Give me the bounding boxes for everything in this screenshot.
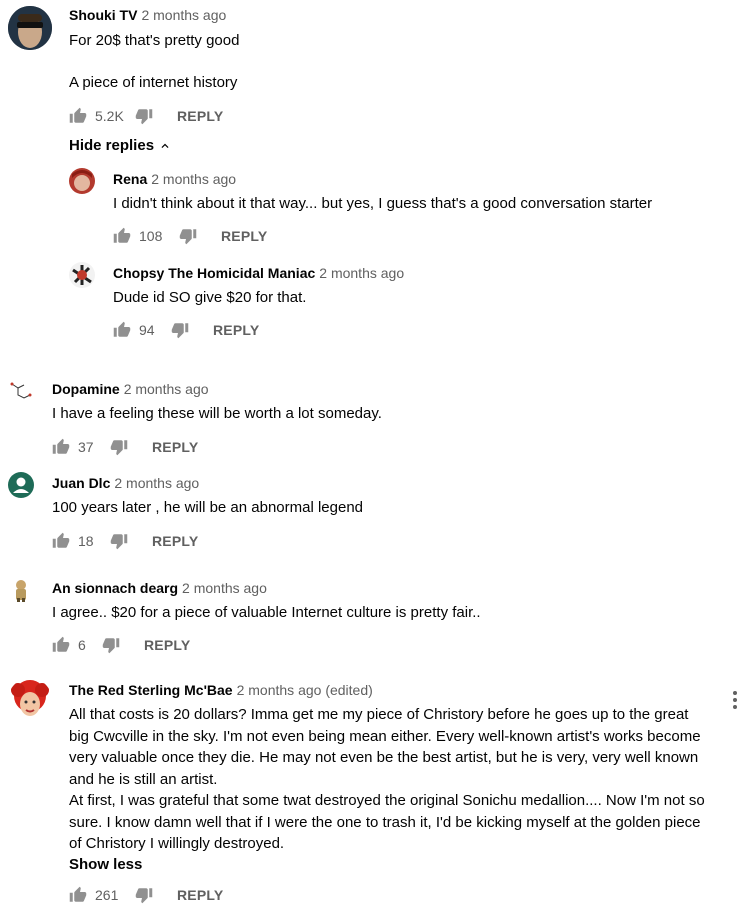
like-icon[interactable] [113, 227, 131, 245]
dislike-icon[interactable] [135, 886, 153, 904]
reply-button[interactable]: REPLY [152, 439, 198, 455]
like-icon[interactable] [69, 886, 87, 904]
comment-time[interactable]: 2 months ago (edited) [237, 682, 373, 698]
avatar[interactable] [69, 262, 95, 288]
comment-time[interactable]: 2 months ago [124, 381, 209, 397]
reply-button[interactable]: REPLY [221, 228, 267, 244]
avatar-image-icon [10, 382, 32, 399]
default-avatar-icon [13, 477, 29, 493]
comment-text: I have a feeling these will be worth a l… [52, 405, 382, 422]
comment-header: Juan Dlc 2 months ago [52, 474, 199, 492]
like-count: 37 [78, 439, 94, 455]
avatar[interactable] [69, 168, 95, 194]
comment-actions: 94 REPLY [113, 318, 259, 342]
comment-time[interactable]: 2 months ago [151, 171, 236, 187]
reply-button[interactable]: REPLY [152, 533, 198, 549]
comment-text: I didn't think about it that way... but … [113, 195, 653, 212]
reply-button[interactable]: REPLY [213, 322, 259, 338]
like-icon[interactable] [69, 107, 87, 125]
like-icon[interactable] [52, 532, 70, 550]
comment-header: Shouki TV 2 months ago [69, 6, 226, 24]
comment-actions: 6 REPLY [52, 633, 190, 657]
comment-text: Dude id SO give $20 for that. [113, 289, 307, 306]
comment-actions: 108 REPLY [113, 224, 267, 248]
avatar[interactable] [8, 6, 52, 50]
chevron-up-icon [161, 143, 169, 148]
comment-time[interactable]: 2 months ago [319, 265, 404, 281]
comment-actions: 5.2K REPLY [69, 104, 223, 128]
avatar[interactable] [8, 577, 34, 603]
like-count: 18 [78, 533, 94, 549]
avatar-image-icon [69, 168, 95, 194]
dislike-icon[interactable] [171, 321, 189, 339]
avatar[interactable] [8, 378, 34, 404]
avatar-image-icon [11, 680, 49, 716]
avatar-image-icon [8, 6, 52, 50]
reply-button[interactable]: REPLY [177, 108, 223, 124]
avatar[interactable] [8, 472, 34, 498]
more-options-icon[interactable] [732, 690, 738, 710]
show-less-button[interactable]: Show less [69, 856, 142, 873]
comment-header: Dopamine 2 months ago [52, 380, 209, 398]
comment-text: 100 years later , he will be an abnormal… [52, 499, 364, 516]
avatar[interactable] [8, 678, 52, 722]
avatar-image-icon [16, 580, 26, 602]
dislike-icon[interactable] [102, 636, 120, 654]
comment-text: All that costs is 20 dollars? Imma get m… [69, 706, 705, 852]
author-name[interactable]: Juan Dlc [52, 475, 110, 491]
like-icon[interactable] [52, 636, 70, 654]
like-count: 94 [139, 322, 155, 338]
comment-actions: 261 REPLY [69, 883, 223, 907]
comment-text: For 20$ that's pretty good A piece of in… [69, 32, 240, 91]
like-count: 261 [95, 887, 119, 903]
hide-replies-label: Hide replies [69, 137, 155, 154]
comment-actions: 37 REPLY [52, 435, 198, 459]
dislike-icon[interactable] [110, 438, 128, 456]
comment-header: Chopsy The Homicidal Maniac 2 months ago [113, 264, 404, 282]
comment-actions: 18 REPLY [52, 529, 198, 553]
comment-time[interactable]: 2 months ago [114, 475, 199, 491]
author-name[interactable]: Rena [113, 171, 147, 187]
hide-replies-button[interactable]: Hide replies [69, 137, 172, 154]
reply-button[interactable]: REPLY [144, 637, 190, 653]
like-count: 108 [139, 228, 163, 244]
author-name[interactable]: An sionnach dearg [52, 580, 178, 596]
dislike-icon[interactable] [179, 227, 197, 245]
author-name[interactable]: Dopamine [52, 381, 120, 397]
author-name[interactable]: Shouki TV [69, 7, 137, 23]
comment-time[interactable]: 2 months ago [141, 7, 226, 23]
dislike-icon[interactable] [135, 107, 153, 125]
dislike-icon[interactable] [110, 532, 128, 550]
avatar-image-icon [69, 262, 95, 288]
reply-button[interactable]: REPLY [177, 887, 223, 903]
comment-header: An sionnach dearg 2 months ago [52, 579, 267, 597]
author-name[interactable]: The Red Sterling Mc'Bae [69, 682, 233, 698]
like-count: 5.2K [95, 108, 124, 124]
like-icon[interactable] [113, 321, 131, 339]
comment-header: The Red Sterling Mc'Bae 2 months ago (edi… [69, 681, 373, 699]
like-count: 6 [78, 637, 86, 653]
comment-text: I agree.. $20 for a piece of valuable In… [52, 604, 481, 621]
comment-time[interactable]: 2 months ago [182, 580, 267, 596]
like-icon[interactable] [52, 438, 70, 456]
comment-header: Rena 2 months ago [113, 170, 236, 188]
author-name[interactable]: Chopsy The Homicidal Maniac [113, 265, 315, 281]
